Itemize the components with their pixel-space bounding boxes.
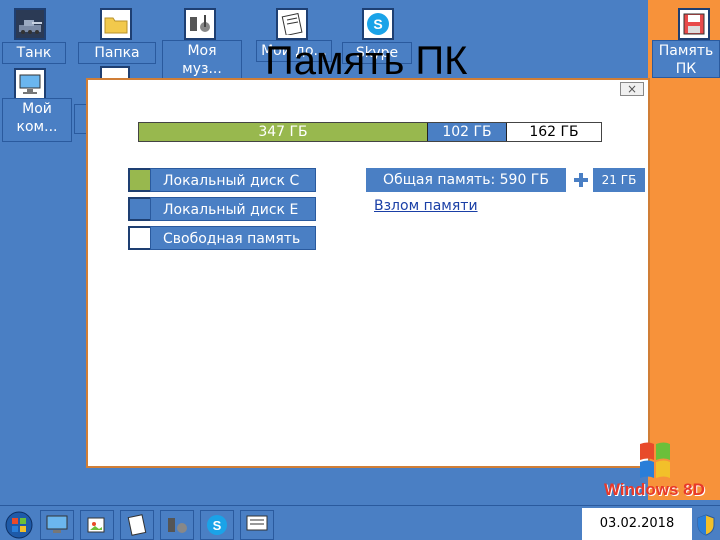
legend-label-disk-e: Локальный диск Е [150,197,316,221]
svg-text:S: S [373,16,382,32]
hack-memory-link[interactable]: Взлом памяти [374,198,478,214]
skype-icon: S [362,8,394,40]
start-orb-icon [5,511,33,539]
taskbar-images-button[interactable] [80,510,114,540]
desktop-icon-label: Танк [2,42,66,64]
start-button[interactable] [2,510,36,540]
taskbar-documents-button[interactable] [120,510,154,540]
desktop-icon-my-computer[interactable]: Мой ком... [0,64,76,144]
desktop-icon-label: Моя муз... [162,40,242,80]
plus-icon [574,172,588,187]
desktop-icon-label: Мой ком... [2,98,72,142]
legend-swatch-disk-c [128,168,152,192]
legend-disk-c: Локальный диск С [128,168,318,192]
taskbar-skype-button[interactable]: S [200,510,234,540]
desktop-icon-tank[interactable]: Танк [0,0,72,64]
clock[interactable]: 03.02.2018 [582,508,692,540]
folder-icon [100,8,132,40]
computer-icon [46,515,68,533]
bar-segment-disk-c: 347 ГБ [139,123,427,141]
taskbar-monitor-button[interactable] [240,510,274,540]
tank-icon [14,8,46,40]
svg-text:S: S [213,518,222,533]
memory-window: × 347 ГБ 102 ГБ 162 ГБ Локальный диск С … [86,78,650,468]
floppy-disk-icon [678,8,710,40]
music-icon [168,518,187,533]
desktop-icon-pc-memory[interactable]: Память ПК [648,0,720,80]
desktop-icon-music[interactable]: Моя муз... [160,0,244,80]
desktop-icon-folder[interactable]: Папка [78,0,158,64]
legend-disk-e: Локальный диск Е [128,197,318,221]
taskbar: S 03.02.2018 [0,505,720,540]
legend-label-disk-c: Локальный диск С [150,168,316,192]
legend-swatch-free [128,226,152,250]
shield-icon[interactable] [696,514,716,540]
legend-free: Свободная память [128,226,318,250]
bar-segment-free: 162 ГБ [507,123,601,141]
legend-label-free: Свободная память [150,226,316,250]
documents-icon [127,514,147,536]
desktop-icon-label: Папка [78,42,156,64]
documents-icon [276,8,308,40]
extra-memory: 21 ГБ [593,168,645,192]
memory-usage-bar: 347 ГБ 102 ГБ 162 ГБ [138,122,602,142]
desktop-icon-label: Память ПК [652,40,720,78]
legend-swatch-disk-e [128,197,152,221]
taskbar-computer-button[interactable] [40,510,74,540]
computer-icon [14,68,46,100]
windows-logo-text: Windows 8D [604,480,705,499]
total-memory: Общая память: 590 ГБ [366,168,566,192]
skype-icon: S [207,515,227,535]
monitor-icon [246,515,268,531]
taskbar-music-button[interactable] [160,510,194,540]
close-button[interactable]: × [620,82,644,96]
music-icon [184,8,216,40]
images-icon [87,517,105,533]
bar-segment-disk-e: 102 ГБ [427,123,507,141]
